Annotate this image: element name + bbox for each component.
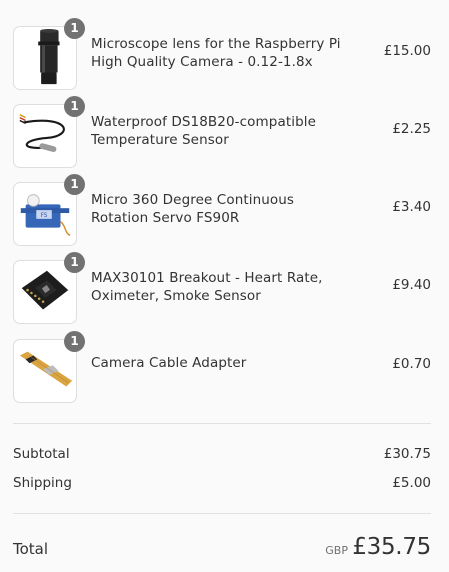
item-price: £0.70 bbox=[392, 356, 431, 372]
item-name: Microscope lens for the Raspberry Pi Hig… bbox=[91, 36, 341, 70]
item-name: Waterproof DS18B20-compatible Temperatur… bbox=[91, 114, 316, 148]
item-price: £15.00 bbox=[383, 43, 431, 59]
item-name: Micro 360 Degree Continuous Rotation Ser… bbox=[91, 192, 295, 226]
line-item: FS 1 Micro 360 Degree Continuous Rotatio… bbox=[0, 174, 449, 248]
line-item: 1 MAX30101 Breakout - Heart Rate, Oximet… bbox=[0, 252, 449, 326]
item-price: £2.25 bbox=[392, 121, 431, 137]
item-price: £9.40 bbox=[392, 277, 431, 293]
total-label: Total bbox=[13, 540, 49, 558]
divider bbox=[13, 423, 431, 424]
currency-code: GBP bbox=[325, 544, 348, 557]
order-summary: 1 Microscope lens for the Raspberry Pi H… bbox=[0, 0, 449, 572]
subtotal-label: Subtotal bbox=[13, 446, 70, 462]
total-row: Total GBP £35.75 bbox=[13, 534, 431, 564]
line-item: 1 Camera Cable Adapter £0.70 bbox=[0, 331, 449, 405]
shipping-value: £5.00 bbox=[392, 475, 431, 491]
shipping-label: Shipping bbox=[13, 475, 72, 491]
item-price: £3.40 bbox=[392, 199, 431, 215]
line-item: 1 Waterproof DS18B20-compatible Temperat… bbox=[0, 96, 449, 170]
line-item: 1 Microscope lens for the Raspberry Pi H… bbox=[0, 18, 449, 92]
quantity-badge: 1 bbox=[64, 174, 85, 195]
quantity-badge: 1 bbox=[64, 331, 85, 352]
divider bbox=[13, 513, 431, 514]
quantity-badge: 1 bbox=[64, 96, 85, 117]
item-name: MAX30101 Breakout - Heart Rate, Oximeter… bbox=[91, 270, 323, 304]
quantity-badge: 1 bbox=[64, 252, 85, 273]
subtotal-value: £30.75 bbox=[383, 446, 431, 462]
svg-text:FS: FS bbox=[41, 213, 48, 219]
quantity-badge: 1 bbox=[64, 18, 85, 39]
total-amount: £35.75 bbox=[352, 534, 431, 560]
item-name: Camera Cable Adapter bbox=[91, 355, 247, 371]
